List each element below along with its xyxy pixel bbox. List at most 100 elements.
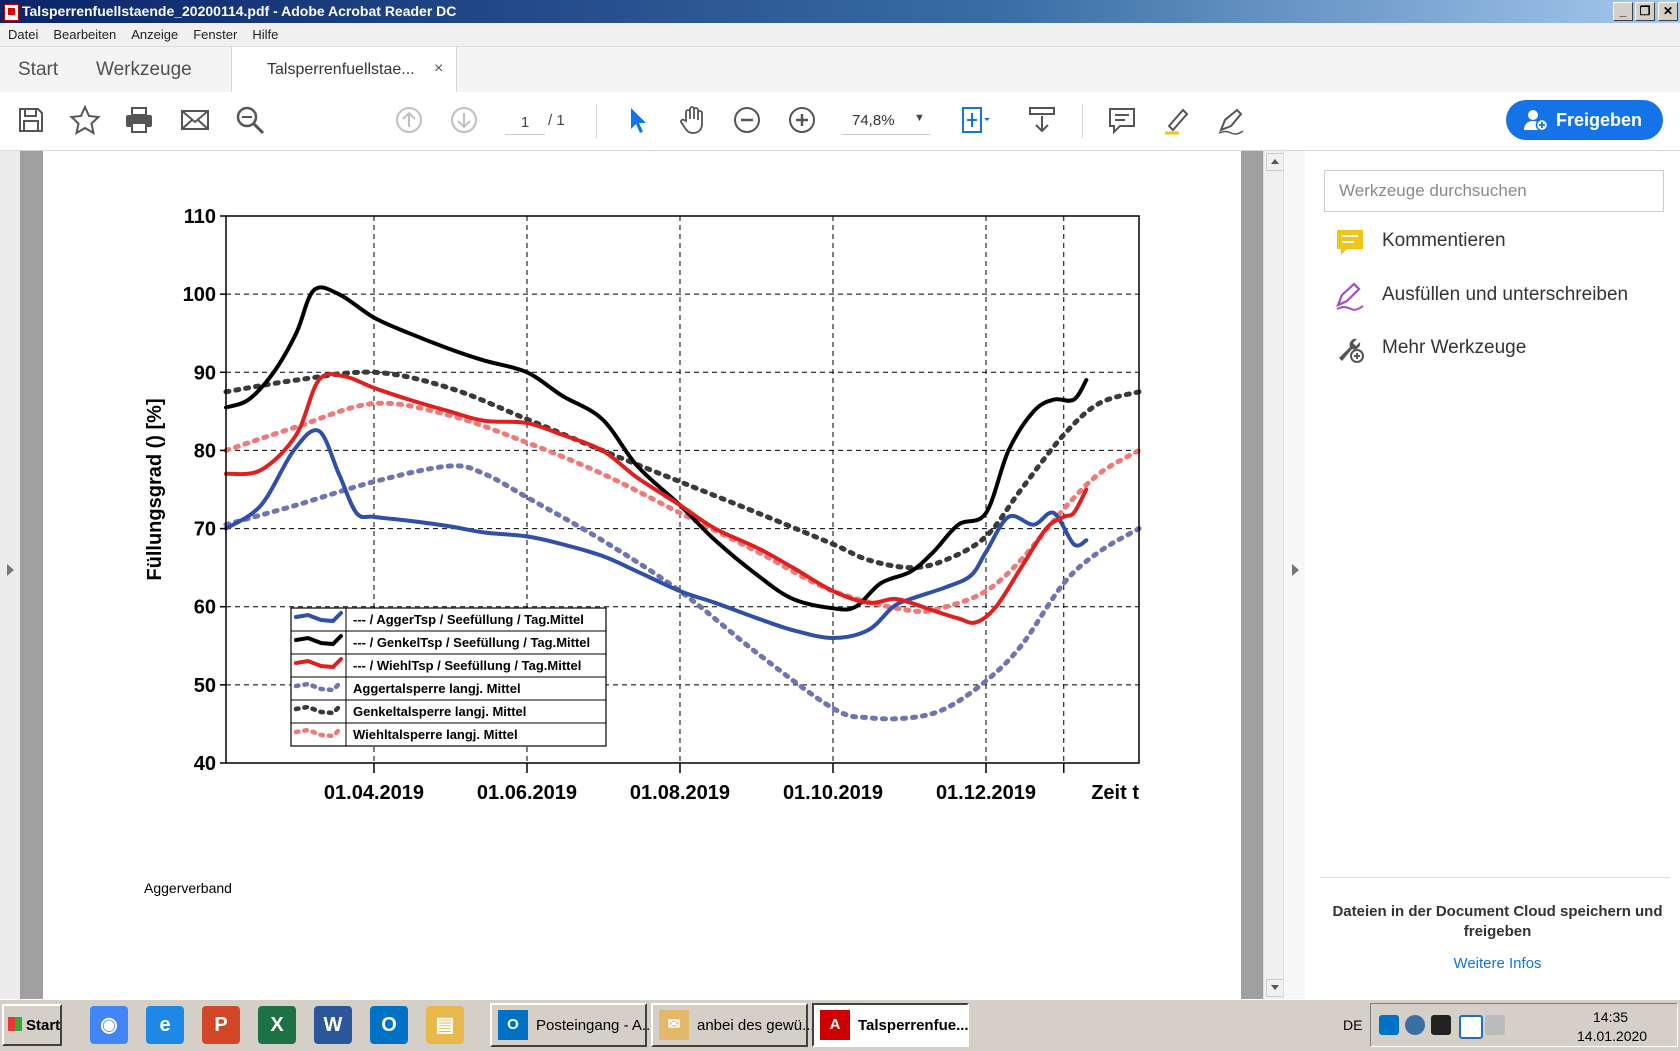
- series-line-1: [224, 285, 1089, 612]
- tab-werkzeuge[interactable]: Werkzeuge: [96, 59, 192, 81]
- previous-page-icon[interactable]: [393, 104, 425, 136]
- share-button-label: Freigeben: [1556, 110, 1643, 130]
- network-tray-icon[interactable]: [1405, 1015, 1425, 1035]
- clock-date[interactable]: 14.01.2020: [1577, 1028, 1647, 1044]
- app-tray-icon[interactable]: [1431, 1015, 1451, 1035]
- legend-label: --- / WiehlTsp / Seefüllung / Tag.Mittel: [353, 658, 581, 673]
- cloud-promo-text: Dateien in der Document Cloud speichern …: [1332, 903, 1663, 940]
- email-icon[interactable]: [179, 104, 211, 136]
- x-tick-label: 01.08.2019: [630, 782, 730, 804]
- highlight-pen-icon[interactable]: [1161, 104, 1193, 136]
- y-tick-label: 50: [194, 675, 216, 697]
- menu-hilfe[interactable]: Hilfe: [244, 23, 285, 42]
- taskbar-task-label: Talsperrenfue...: [858, 1017, 969, 1034]
- cloud-more-info-link[interactable]: Weitere Infos: [1325, 955, 1670, 972]
- chevron-down-icon: ▼: [914, 112, 925, 124]
- hand-tool-icon[interactable]: [677, 104, 709, 136]
- pdf-page[interactable]: 40 50 60 70 80 90 100 110 01.04.2019 01.06.2019 0…: [43, 151, 1241, 999]
- zoom-out-icon[interactable]: [731, 104, 763, 136]
- left-panel-toggle[interactable]: [0, 151, 20, 999]
- comment-icon[interactable]: [1106, 104, 1138, 136]
- chrome-icon[interactable]: ◉: [90, 1006, 128, 1044]
- y-tick-label: 40: [194, 753, 216, 775]
- outlook-tray-icon[interactable]: [1379, 1015, 1399, 1035]
- menu-bearbeiten[interactable]: Bearbeiten: [45, 23, 123, 42]
- excel-icon[interactable]: X: [258, 1006, 296, 1044]
- y-axis-label: Füllungsgrad () [%]: [144, 398, 166, 580]
- panel-divider: [1320, 877, 1670, 878]
- outlook-icon: O: [498, 1010, 528, 1040]
- collapse-right-icon: [1292, 564, 1299, 576]
- taskbar-task-label: anbei des gewü...: [697, 1017, 815, 1034]
- ie-icon[interactable]: e: [146, 1006, 184, 1044]
- minimize-button[interactable]: _: [1613, 2, 1633, 21]
- language-indicator[interactable]: DE: [1343, 1017, 1362, 1033]
- start-label: Start: [26, 1017, 61, 1034]
- zoom-in-icon[interactable]: [786, 104, 818, 136]
- close-window-button[interactable]: ✕: [1658, 2, 1678, 21]
- x-axis-ticks: 01.04.2019 01.06.2019 01.08.2019 01.10.2019…: [324, 763, 1065, 804]
- close-tab-icon[interactable]: ×: [434, 60, 443, 78]
- taskbar-task[interactable]: ✉ anbei des gewü...: [651, 1003, 815, 1047]
- word-icon[interactable]: W: [314, 1006, 352, 1044]
- search-icon[interactable]: [234, 104, 266, 136]
- next-page-icon[interactable]: [448, 104, 480, 136]
- sign-pen-icon[interactable]: [1215, 104, 1247, 136]
- taskbar-task-label: Posteingang - A...: [536, 1017, 655, 1034]
- zoom-select[interactable]: 74,8% ▼: [842, 106, 930, 135]
- restore-button[interactable]: ❐: [1635, 2, 1655, 21]
- legend-label: Aggertalsperre langj. Mittel: [353, 681, 521, 696]
- page-number-input[interactable]: [505, 110, 545, 135]
- legend-label: Genkeltalsperre langj. Mittel: [353, 704, 526, 719]
- windows-flag-icon: [8, 1017, 22, 1031]
- fill-level-chart: 405060708090100110 01.04.2019 01.06.2019 0…: [144, 206, 1142, 804]
- security-tray-icon[interactable]: [1459, 1015, 1483, 1039]
- y-tick-label: 70: [194, 519, 216, 541]
- y-tick-label: 90: [194, 362, 216, 384]
- taskbar-task[interactable]: A Talsperrenfue...: [812, 1003, 969, 1047]
- menu-anzeige[interactable]: Anzeige: [123, 23, 185, 42]
- y-tick-label: 100: [183, 284, 216, 306]
- scroll-down-icon[interactable]: [1266, 979, 1284, 997]
- comment-icon: [1337, 230, 1363, 255]
- document-footer: Aggerverband: [144, 880, 232, 896]
- share-button[interactable]: Freigeben: [1506, 100, 1663, 140]
- menu-fenster[interactable]: Fenster: [185, 23, 244, 42]
- volume-icon[interactable]: [1485, 1015, 1505, 1035]
- x-tick-label: 01.04.2019: [324, 782, 424, 804]
- tab-document[interactable]: Talsperrenfuellstae... ×: [231, 47, 457, 93]
- clock-time[interactable]: 14:35: [1593, 1009, 1628, 1025]
- right-panel-toggle[interactable]: [1283, 151, 1307, 999]
- start-button[interactable]: Start: [2, 1004, 62, 1046]
- zoom-value: 74,8%: [852, 112, 895, 129]
- menu-datei[interactable]: Datei: [0, 23, 45, 42]
- outlook-icon[interactable]: O: [370, 1006, 408, 1044]
- tab-start[interactable]: Start: [18, 59, 58, 81]
- star-icon[interactable]: [69, 104, 101, 136]
- tools-search-input[interactable]: [1324, 170, 1664, 212]
- tool-more-tools-label: Mehr Werkzeuge: [1382, 337, 1527, 358]
- legend-label: --- / AggerTsp / Seefüllung / Tag.Mittel: [353, 612, 584, 627]
- scroll-mode-icon[interactable]: [1026, 104, 1058, 136]
- print-icon[interactable]: [123, 104, 155, 136]
- select-cursor-icon[interactable]: [622, 104, 654, 136]
- vertical-scrollbar[interactable]: [1263, 151, 1284, 999]
- y-axis-ticks: 40 50 60 70 80 90 100 110: [183, 206, 226, 775]
- tools-pane: Kommentieren Ausfüllen und unterschreibe…: [1305, 151, 1680, 999]
- y-tick-label: 80: [194, 440, 216, 462]
- add-user-icon: [1524, 110, 1548, 131]
- taskbar-task[interactable]: O Posteingang - A...: [490, 1003, 654, 1047]
- save-icon[interactable]: [15, 104, 47, 136]
- powerpoint-icon[interactable]: P: [202, 1006, 240, 1044]
- menu-bar: Datei Bearbeiten Anzeige Fenster Hilfe: [0, 23, 1680, 47]
- series-line-2: [224, 372, 1089, 625]
- title-bar: Talsperrenfuellstaende_20200114.pdf - Ad…: [0, 0, 1680, 23]
- toolbar-divider: [1082, 104, 1083, 138]
- tab-document-label: Talsperrenfuellstae...: [267, 61, 415, 78]
- fit-page-icon[interactable]: [958, 104, 990, 136]
- mail-icon: ✉: [659, 1010, 689, 1040]
- chart-legend: --- / AggerTsp / Seefüllung / Tag.Mittel…: [290, 607, 607, 747]
- scroll-up-icon[interactable]: [1266, 153, 1284, 171]
- toolbar: / 1 74,8% ▼ Freigeben: [0, 92, 1680, 151]
- explorer-icon[interactable]: ▤: [426, 1006, 464, 1044]
